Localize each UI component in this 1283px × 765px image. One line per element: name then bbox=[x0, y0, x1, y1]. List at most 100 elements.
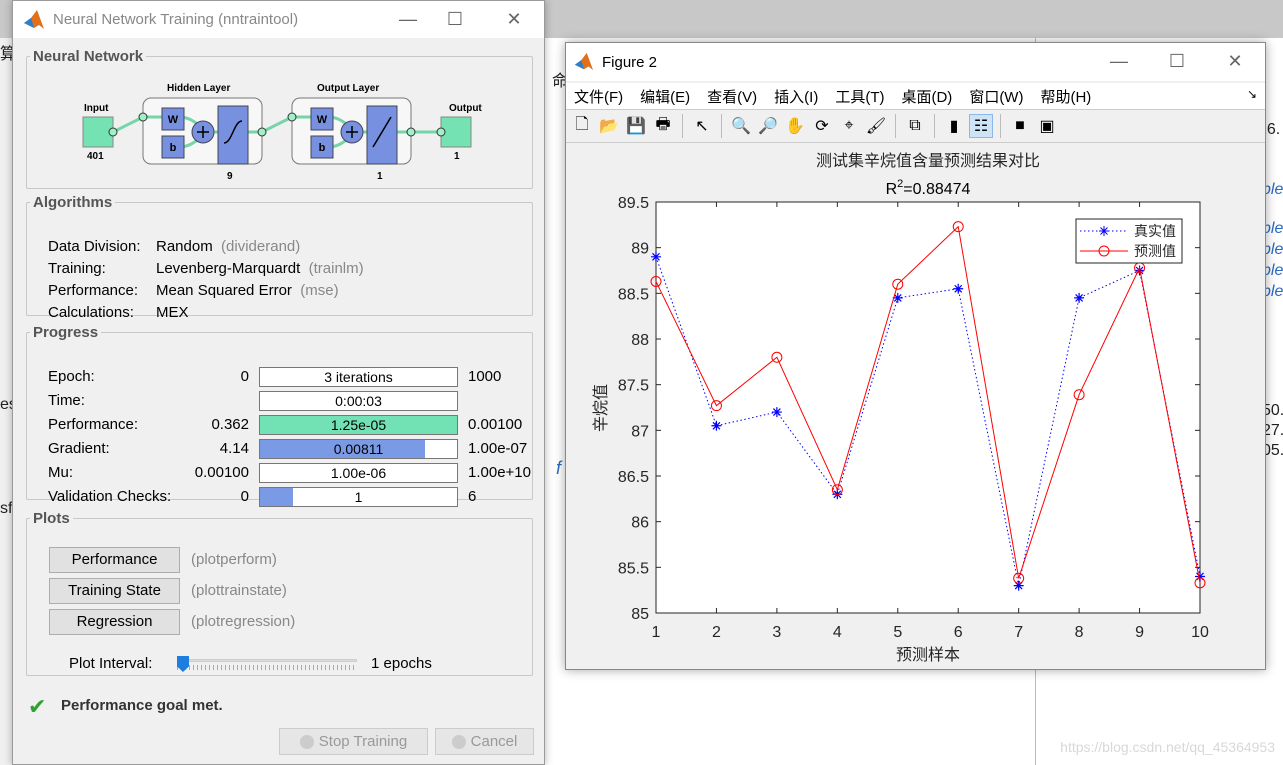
x-tick-label: 2 bbox=[712, 624, 721, 641]
menu-item[interactable]: 编辑(E) bbox=[640, 86, 690, 107]
y-tick-label: 89.5 bbox=[618, 195, 649, 212]
plot-interval-slider[interactable] bbox=[177, 656, 357, 672]
algorithm-name: Random bbox=[156, 238, 213, 255]
progress-bar: 1.25e-05 bbox=[259, 415, 458, 435]
rotate-icon[interactable]: ⟳ bbox=[810, 114, 834, 138]
close-button[interactable]: ✕ bbox=[491, 1, 537, 38]
title-bar[interactable]: Neural Network Training (nntraintool) — … bbox=[13, 1, 544, 38]
y-tick-label: 86.5 bbox=[618, 469, 649, 486]
input-label: Input bbox=[84, 103, 109, 114]
open-icon[interactable]: 📂 bbox=[597, 114, 621, 138]
input-size: 401 bbox=[87, 151, 104, 162]
progress-end: 0.00100 bbox=[468, 416, 523, 433]
chart: 1 2 3 4 5 6 7 8 9 108585.58686.58787.58888.58989.… bbox=[591, 151, 1209, 664]
progress-bar-text: 0.00811 bbox=[333, 441, 384, 457]
data-cursor-icon[interactable]: ⌖ bbox=[837, 114, 861, 138]
y-axis-label: 辛烷值 bbox=[591, 384, 610, 432]
plot-training-state-button[interactable]: Training State bbox=[49, 578, 180, 604]
minimize-button[interactable]: — bbox=[385, 1, 431, 38]
progress-start: 0.00100 bbox=[194, 464, 249, 481]
link-icon[interactable]: ⧉ bbox=[903, 114, 927, 138]
save-icon[interactable]: 💾 bbox=[624, 114, 648, 138]
dock-arrow-icon[interactable]: ↘ bbox=[1247, 87, 1257, 101]
menu-item[interactable]: 帮助(H) bbox=[1040, 86, 1091, 107]
brush-icon[interactable]: 🖌 bbox=[864, 114, 888, 138]
menu-item[interactable]: 文件(F) bbox=[574, 86, 623, 107]
algorithm-name: MEX bbox=[156, 304, 189, 321]
weight-label: W bbox=[317, 114, 328, 126]
bias-label: b bbox=[170, 142, 177, 154]
progress-start: 0.362 bbox=[211, 416, 249, 433]
chart-subtitle: R2=0.88474 bbox=[886, 178, 971, 198]
cancel-icon bbox=[451, 734, 466, 749]
algorithm-value: Random (dividerand) bbox=[156, 237, 300, 257]
colorbar-icon[interactable]: ▮ bbox=[942, 114, 966, 138]
y-tick-label: 85 bbox=[631, 606, 649, 623]
progress-panel: Progress Epoch: 0 3 iterations 1000 Time:… bbox=[26, 324, 533, 507]
x-tick-label: 10 bbox=[1191, 624, 1209, 641]
plot-function: (plottrainstate) bbox=[191, 582, 287, 599]
plot-performance-button[interactable]: Performance bbox=[49, 547, 180, 573]
close-button[interactable]: ✕ bbox=[1212, 43, 1258, 80]
stop-label: Stop Training bbox=[318, 733, 408, 750]
progress-bar-text: 1 bbox=[354, 489, 363, 505]
progress-bar: 0:00:03 bbox=[259, 391, 458, 411]
x-tick-label: 1 bbox=[652, 624, 661, 641]
show-plot-tools-icon[interactable]: ▣ bbox=[1035, 114, 1059, 138]
menu-item[interactable]: 桌面(D) bbox=[901, 86, 952, 107]
watermark: https://blog.csdn.net/qq_45364953 bbox=[1060, 739, 1275, 755]
new-file-icon[interactable]: 🗋 bbox=[570, 114, 594, 138]
plot-interval-value: 1 epochs bbox=[371, 655, 432, 672]
algorithm-name: Levenberg-Marquardt bbox=[156, 260, 301, 277]
cancel-button[interactable]: Cancel bbox=[435, 728, 534, 755]
algorithm-label: Performance: bbox=[48, 282, 139, 299]
window-title: Neural Network Training (nntraintool) bbox=[53, 11, 299, 28]
section-title: Algorithms bbox=[33, 194, 113, 211]
progress-bar: 0.00811 bbox=[259, 439, 458, 459]
nntraintool-window: Neural Network Training (nntraintool) — … bbox=[12, 0, 545, 765]
stop-training-button[interactable]: Stop Training bbox=[279, 728, 428, 755]
hidden-layer-label: Hidden Layer bbox=[167, 83, 230, 94]
x-tick-label: 7 bbox=[1014, 624, 1023, 641]
progress-label: Time: bbox=[48, 392, 85, 409]
menu-item[interactable]: 窗口(W) bbox=[969, 86, 1023, 107]
progress-bar: 1 bbox=[259, 487, 458, 507]
algorithms-panel: Algorithms Data Division: Random (divide… bbox=[26, 194, 533, 321]
zoom-out-icon[interactable]: 🔎 bbox=[756, 114, 780, 138]
menu-item[interactable]: 查看(V) bbox=[707, 86, 757, 107]
bg-text: f bbox=[556, 458, 562, 478]
neural-network-panel: Neural Network Input Hidden Layer Output… bbox=[26, 48, 533, 189]
title-bar[interactable]: Figure 2 — ☐ ✕ bbox=[566, 43, 1265, 81]
progress-end: 6 bbox=[468, 488, 477, 505]
legend-label: 真实值 bbox=[1134, 224, 1176, 240]
matlab-logo-icon bbox=[574, 52, 594, 71]
menu-item[interactable]: 工具(T) bbox=[835, 86, 884, 107]
progress-bar-text: 1.25e-05 bbox=[330, 417, 387, 433]
algorithm-label: Calculations: bbox=[48, 304, 134, 321]
menu-item[interactable]: 插入(I) bbox=[774, 86, 818, 107]
stop-icon bbox=[299, 734, 314, 749]
plot-function: (plotregression) bbox=[191, 613, 296, 630]
progress-bar: 3 iterations bbox=[259, 367, 458, 387]
x-tick-label: 8 bbox=[1075, 624, 1084, 641]
maximize-button[interactable]: ☐ bbox=[1154, 43, 1200, 80]
pan-icon[interactable]: ✋ bbox=[783, 114, 807, 138]
figure-window: Figure 2 — ☐ ✕ 文件(F) 编辑(E) 查看(V) 插入(I) 工具(T)… bbox=[565, 42, 1266, 670]
pointer-icon[interactable]: ↖ bbox=[690, 114, 714, 138]
maximize-button[interactable]: ☐ bbox=[432, 1, 478, 38]
progress-end: 1000 bbox=[468, 368, 502, 385]
legend-icon[interactable]: ☷ bbox=[969, 114, 993, 138]
minimize-button[interactable]: — bbox=[1096, 43, 1142, 80]
zoom-in-icon[interactable]: 🔍 bbox=[729, 114, 753, 138]
progress-end: 1.00e-07 bbox=[468, 440, 528, 457]
plot-regression-button[interactable]: Regression bbox=[49, 609, 180, 635]
x-tick-label: 3 bbox=[772, 624, 781, 641]
hide-plot-tools-icon[interactable]: ■ bbox=[1008, 114, 1032, 138]
progress-start: 0 bbox=[240, 488, 249, 505]
print-icon[interactable]: 🖶 bbox=[651, 114, 675, 138]
x-tick-label: 9 bbox=[1135, 624, 1144, 641]
weight-label: W bbox=[168, 114, 179, 126]
menu-bar: 文件(F) 编辑(E) 查看(V) 插入(I) 工具(T) 桌面(D) 窗口(W) 帮助(H) bbox=[566, 83, 1265, 109]
progress-bar-text: 1.00e-06 bbox=[330, 465, 387, 481]
plot-area bbox=[655, 201, 1201, 614]
